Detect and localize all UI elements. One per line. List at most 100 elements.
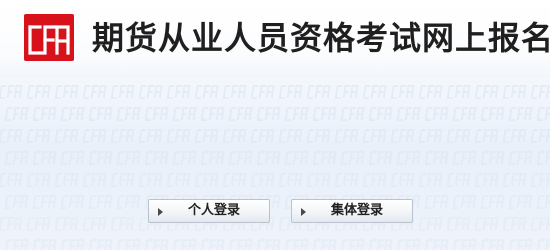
watermark-logo-mark <box>508 107 533 121</box>
watermark-logo-mark <box>88 195 113 209</box>
watermark-logo-mark <box>368 107 393 121</box>
watermark-logo-mark <box>88 151 113 165</box>
watermark-logo-mark <box>480 239 505 250</box>
watermark-logo-mark <box>110 85 135 99</box>
watermark-logo-mark <box>228 107 253 121</box>
watermark-logo-mark <box>306 173 331 187</box>
group-login-button[interactable]: 集体登录 <box>291 199 413 223</box>
watermark-logo-mark <box>194 129 219 143</box>
watermark-logo-mark <box>418 217 443 231</box>
watermark-logo-mark <box>60 195 85 209</box>
watermark-logo-mark <box>32 107 57 121</box>
watermark-logo-mark <box>116 195 141 209</box>
watermark-logo-mark <box>536 151 550 165</box>
watermark-logo-mark <box>82 129 107 143</box>
watermark-logo-mark <box>222 173 247 187</box>
watermark-logo-mark <box>88 107 113 121</box>
watermark-logo-mark <box>312 151 337 165</box>
watermark-logo-mark <box>306 129 331 143</box>
watermark-logo-mark <box>418 173 443 187</box>
watermark-logo-mark <box>228 151 253 165</box>
watermark-logo-mark <box>390 85 415 99</box>
watermark-logo-mark <box>474 173 499 187</box>
watermark-logo-mark <box>82 173 107 187</box>
personal-login-label: 个人登录 <box>187 203 240 218</box>
watermark-logo-mark <box>536 107 550 121</box>
cfa-logo <box>24 14 74 61</box>
watermark-logo-mark <box>446 85 471 99</box>
watermark-logo-mark <box>110 129 135 143</box>
watermark-logo-mark <box>502 217 527 231</box>
watermark-logo-mark <box>172 239 197 250</box>
watermark-logo-mark <box>172 107 197 121</box>
watermark-logo-mark <box>138 129 163 143</box>
watermark-logo-mark <box>26 173 51 187</box>
watermark-logo-mark <box>0 217 23 231</box>
watermark-logo-mark <box>452 239 477 250</box>
watermark-logo-mark <box>54 217 79 231</box>
watermark-logo-mark <box>32 195 57 209</box>
watermark-logo-mark <box>530 129 550 143</box>
watermark-logo-mark <box>60 107 85 121</box>
watermark-logo-mark <box>284 239 309 250</box>
watermark-logo-mark <box>334 85 359 99</box>
watermark-logo-mark <box>0 85 23 99</box>
personal-login-button[interactable]: 个人登录 <box>148 199 270 223</box>
watermark-logo-mark <box>256 151 281 165</box>
watermark-logo-mark <box>536 239 550 250</box>
watermark-logo-mark <box>480 195 505 209</box>
watermark-logo-mark <box>502 173 527 187</box>
watermark-logo-mark <box>26 129 51 143</box>
watermark-logo-mark <box>418 129 443 143</box>
watermark-logo-mark <box>480 107 505 121</box>
watermark-logo-mark <box>530 173 550 187</box>
watermark-logo-mark <box>284 151 309 165</box>
watermark-logo-mark <box>26 217 51 231</box>
watermark-logo-mark <box>390 129 415 143</box>
watermark-logo-mark <box>334 129 359 143</box>
watermark-logo-mark <box>452 151 477 165</box>
cfa-watermark-pattern <box>0 85 550 250</box>
watermark-logo-mark <box>4 239 29 250</box>
watermark-logo-mark <box>82 85 107 99</box>
watermark-logo-mark <box>340 107 365 121</box>
watermark-logo-mark <box>138 85 163 99</box>
watermark-logo-mark <box>340 151 365 165</box>
watermark-logo-mark <box>32 239 57 250</box>
watermark-logo-mark <box>172 151 197 165</box>
watermark-logo-mark <box>26 85 51 99</box>
watermark-logo-mark <box>4 107 29 121</box>
watermark-logo-mark <box>474 217 499 231</box>
watermark-logo-mark <box>200 239 225 250</box>
watermark-logo-mark <box>362 129 387 143</box>
watermark-logo-mark <box>368 151 393 165</box>
watermark-logo-mark <box>278 85 303 99</box>
watermark-logo-mark <box>502 85 527 99</box>
watermark-logo-mark <box>340 239 365 250</box>
watermark-logo-mark <box>116 107 141 121</box>
watermark-logo-mark <box>446 173 471 187</box>
watermark-logo-mark <box>508 239 533 250</box>
watermark-logo-mark <box>144 239 169 250</box>
watermark-logo-mark <box>194 85 219 99</box>
watermark-logo-mark <box>284 107 309 121</box>
watermark-logo-mark <box>222 129 247 143</box>
watermark-logo-mark <box>138 173 163 187</box>
watermark-logo-mark <box>32 151 57 165</box>
watermark-logo-mark <box>396 107 421 121</box>
watermark-logo-mark <box>4 151 29 165</box>
watermark-logo-mark <box>508 151 533 165</box>
watermark-logo-mark <box>256 239 281 250</box>
watermark-logo-mark <box>446 217 471 231</box>
watermark-logo-mark <box>424 195 449 209</box>
watermark-logo-mark <box>222 85 247 99</box>
watermark-logo-mark <box>480 151 505 165</box>
watermark-logo-mark <box>530 217 550 231</box>
watermark-logo-mark <box>54 129 79 143</box>
watermark-logo-mark <box>116 151 141 165</box>
watermark-logo-mark <box>200 151 225 165</box>
watermark-logo-mark <box>424 151 449 165</box>
watermark-logo-mark <box>452 195 477 209</box>
watermark-logo-mark <box>54 85 79 99</box>
watermark-logo-mark <box>4 195 29 209</box>
